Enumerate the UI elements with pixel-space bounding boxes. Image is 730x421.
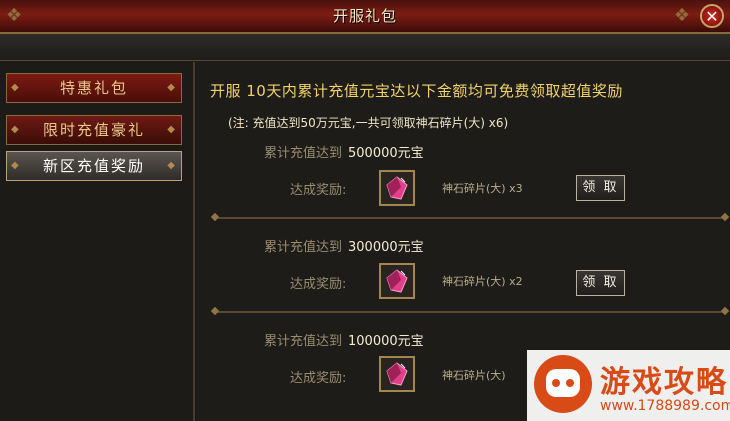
tab-limited-recharge[interactable]: 限时充值豪礼 xyxy=(6,115,182,145)
tab-new-server-recharge[interactable]: 新区充值奖励 xyxy=(6,151,182,181)
requirement-amount: 300000元宝 xyxy=(348,240,424,255)
gem-shard-icon xyxy=(386,176,408,200)
reward-label: 达成奖励: xyxy=(290,277,347,292)
divider xyxy=(214,217,726,219)
reward-item-slot[interactable] xyxy=(379,263,415,299)
tab-special-gift[interactable]: 特惠礼包 xyxy=(6,73,182,103)
requirement-label: 累计充值达到 xyxy=(264,240,343,255)
header-strip xyxy=(0,34,730,61)
gamepad-logo-icon xyxy=(534,355,592,413)
window-title: 开服礼包 xyxy=(332,7,397,25)
headline: 开服 10天内累计充值元宝达以下金额均可免费领取超值奖励 xyxy=(210,82,623,100)
tier-requirement: 累计充值达到 300000元宝 xyxy=(264,236,424,255)
watermark-url: www.1788989.com xyxy=(600,398,730,414)
reward-item-name: 神石碎片(大) x2 xyxy=(442,275,523,288)
title-bar: ❖ ❖ 开服礼包 xyxy=(0,0,730,34)
reward-item-name: 神石碎片(大) xyxy=(442,369,506,382)
tier-requirement: 累计充值达到 500000元宝 xyxy=(264,142,424,161)
tier-requirement: 累计充值达到 100000元宝 xyxy=(264,330,424,349)
gem-shard-icon xyxy=(386,362,408,386)
claim-button[interactable]: 领 取 xyxy=(576,270,625,296)
note: (注: 充值达到50万元宝,一共可领取神石碎片(大) x6) xyxy=(228,116,509,130)
reward-item-name: 神石碎片(大) x3 xyxy=(442,182,523,195)
requirement-label: 累计充值达到 xyxy=(264,334,343,349)
reward-item-slot[interactable] xyxy=(379,170,415,206)
reward-item-slot[interactable] xyxy=(379,356,415,392)
close-icon[interactable]: ✕ xyxy=(700,4,724,28)
gift-window: ❖ ❖ 开服礼包 ✕ 特惠礼包 限时充值豪礼 新区充值奖励 开服 10天内累计充… xyxy=(0,0,730,421)
watermark-title: 游戏攻略 xyxy=(600,365,728,400)
divider xyxy=(214,311,726,313)
requirement-amount: 500000元宝 xyxy=(348,146,424,161)
reward-label: 达成奖励: xyxy=(290,371,347,386)
claim-button[interactable]: 领 取 xyxy=(576,175,625,201)
requirement-amount: 100000元宝 xyxy=(348,334,424,349)
reward-label: 达成奖励: xyxy=(290,183,347,198)
requirement-label: 累计充值达到 xyxy=(264,146,343,161)
gem-shard-icon xyxy=(386,269,408,293)
